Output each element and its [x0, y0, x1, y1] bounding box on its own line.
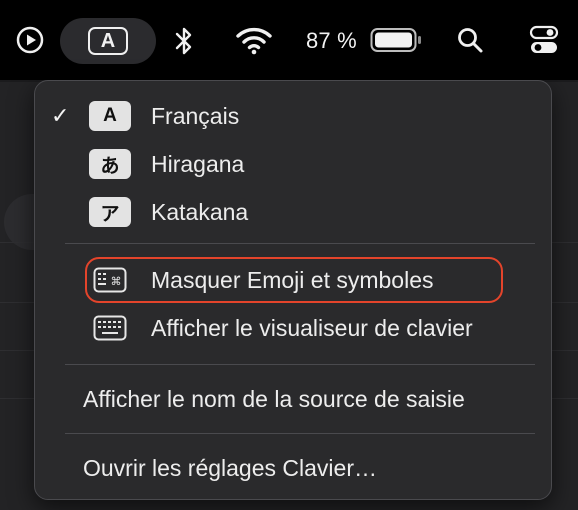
search-icon[interactable]	[455, 25, 485, 55]
menu-item-show-source-name[interactable]: Afficher le nom de la source de saisie	[35, 377, 551, 421]
menu-item-hiragana[interactable]: あ Hiragana	[35, 142, 551, 186]
menu-item-keyboard-viewer[interactable]: Afficher le visualiseur de clavier	[35, 306, 551, 350]
menu-item-emoji-symbols[interactable]: ⌘ Masquer Emoji et symboles	[35, 258, 551, 302]
menu-separator	[65, 243, 535, 244]
menu-item-francais[interactable]: ✓ A Français	[35, 94, 551, 138]
menu-separator	[65, 364, 535, 365]
emoji-keyboard-icon: ⌘	[93, 267, 127, 293]
menu-item-label: Ouvrir les réglages Clavier…	[83, 454, 377, 481]
menu-item-label: Français	[151, 102, 240, 129]
menu-separator	[65, 433, 535, 434]
menu-item-label: Masquer Emoji et symboles	[151, 266, 434, 293]
menu-item-label: Hiragana	[151, 150, 245, 177]
menu-item-label: Afficher le visualiseur de clavier	[151, 314, 473, 341]
input-source-badge-icon: あ	[89, 149, 131, 179]
menu-item-open-keyboard-settings[interactable]: Ouvrir les réglages Clavier…	[35, 446, 551, 490]
wifi-icon[interactable]	[234, 24, 274, 56]
input-source-badge-icon: ア	[89, 197, 131, 227]
checkmark-icon: ✓	[51, 103, 70, 128]
menu-item-label: Afficher le nom de la source de saisie	[83, 385, 465, 412]
svg-text:⌘: ⌘	[111, 275, 122, 288]
control-center-icon[interactable]	[528, 24, 560, 56]
battery-icon[interactable]	[370, 26, 422, 54]
battery-percentage[interactable]: 87 %	[306, 28, 357, 54]
input-source-badge-icon: A	[89, 101, 131, 131]
menu-item-katakana[interactable]: ア Katakana	[35, 190, 551, 234]
input-source-dropdown-menu: ✓ A Français あ Hiragana ア Katakana ⌘ Mas…	[34, 80, 552, 500]
play-circle-icon[interactable]	[14, 24, 46, 56]
menu-bar: A 87 %	[0, 0, 578, 80]
keyboard-icon	[93, 315, 127, 341]
menu-item-label: Katakana	[151, 198, 249, 225]
input-source-badge[interactable]: A	[88, 27, 128, 55]
bluetooth-icon[interactable]	[172, 24, 196, 58]
input-source-letter: A	[88, 27, 128, 55]
